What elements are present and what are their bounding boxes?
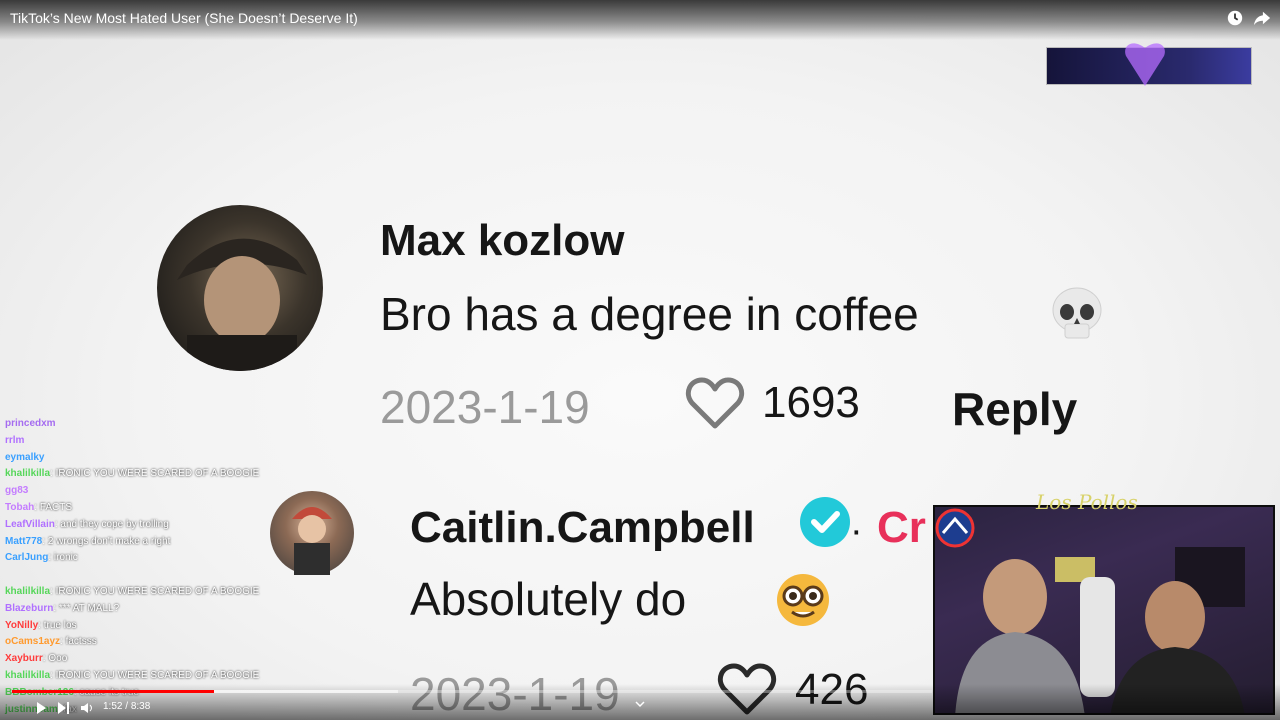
chat-username[interactable]: gg83 bbox=[5, 485, 28, 496]
chat-username[interactable]: LeafVillain bbox=[5, 519, 55, 530]
skull-emoji-icon bbox=[1052, 287, 1102, 339]
chat-username[interactable]: khalilkilla bbox=[5, 468, 50, 479]
video-top-bar: TikTok’s New Most Hated User (She Doesn’… bbox=[0, 0, 1280, 40]
comment-text-2: Absolutely do bbox=[410, 573, 687, 625]
comment-username[interactable]: Max kozlow bbox=[380, 216, 625, 266]
chat-username[interactable]: Blazeburn bbox=[5, 603, 53, 614]
like-heart-icon[interactable] bbox=[684, 376, 746, 432]
chat-message: gg83 bbox=[5, 485, 28, 502]
comment-date: 2023-1-19 bbox=[380, 381, 590, 433]
comment-text: Bro has a degree in coffee bbox=[380, 288, 919, 340]
chat-message: Xayburr: Ooo bbox=[5, 653, 67, 670]
stream-logo-icon bbox=[935, 508, 975, 548]
chat-message: khalilkilla: IRONIC YOU WERE SCARED OF A… bbox=[5, 468, 259, 485]
chat-message: Blazeburn: *** AT MALL? bbox=[5, 603, 119, 620]
chat-text: ironic bbox=[53, 552, 78, 564]
chat-text: 2 wrongs don't make a right bbox=[47, 535, 171, 547]
volume-icon[interactable] bbox=[80, 701, 94, 715]
chat-text: IRONIC YOU WERE SCARED OF A BOOGIE bbox=[55, 670, 260, 681]
share-icon[interactable] bbox=[1253, 9, 1271, 27]
chat-username[interactable]: Matt778 bbox=[5, 536, 42, 547]
progress-played[interactable] bbox=[12, 690, 215, 693]
chat-message: eymalky bbox=[5, 452, 44, 469]
commenter-avatar-2[interactable] bbox=[270, 491, 354, 575]
chat-message: LeafVillain: and they cope by trolling bbox=[5, 519, 169, 536]
chat-text: IRONIC YOU WERE SCARED OF A BOOGIE bbox=[55, 468, 260, 480]
nerd-face-emoji-icon bbox=[777, 574, 829, 626]
separator-dot: · bbox=[850, 510, 863, 552]
chat-message: Tobah: FACTS bbox=[5, 502, 72, 519]
chat-message: CarlJung: ironic bbox=[5, 552, 78, 569]
chat-username[interactable]: eymalky bbox=[5, 452, 44, 463]
chat-text: and they cope by trolling bbox=[60, 518, 169, 530]
chat-username[interactable]: rrlm bbox=[5, 435, 24, 446]
video-title[interactable]: TikTok’s New Most Hated User (She Doesn’… bbox=[10, 10, 358, 26]
neon-heart-icon bbox=[1125, 43, 1165, 86]
chat-username[interactable]: CarlJung bbox=[5, 552, 48, 563]
chat-text: factsss bbox=[65, 636, 97, 648]
time-separator: / bbox=[125, 701, 129, 712]
like-count: 1693 bbox=[762, 378, 860, 427]
current-time: 1:52 bbox=[103, 701, 123, 712]
chat-username[interactable]: Xayburr bbox=[5, 653, 43, 664]
chat-username[interactable]: khalilkilla bbox=[5, 586, 50, 597]
play-icon[interactable] bbox=[34, 701, 48, 715]
chat-username[interactable]: oCams1ayz bbox=[5, 636, 60, 647]
chat-message: oCams1ayz: factsss bbox=[5, 636, 97, 653]
chat-text: true los bbox=[43, 619, 77, 631]
chevron-down-icon[interactable] bbox=[634, 698, 646, 710]
webcam-neon-sign: Los Pollos bbox=[1036, 490, 1138, 514]
creator-label: Cr bbox=[877, 503, 926, 552]
chat-text: IRONIC YOU WERE SCARED OF A BOOGIE bbox=[55, 586, 260, 597]
chat-message: khalilkilla: IRONIC YOU WERE SCARED OF A… bbox=[5, 586, 259, 603]
verified-badge-icon bbox=[800, 497, 850, 547]
chat-username[interactable]: Tobah bbox=[5, 502, 34, 513]
chat-message: Matt778: 2 wrongs don't make a right bbox=[5, 536, 170, 553]
commenter-avatar[interactable] bbox=[157, 205, 323, 371]
chat-text: FACTS bbox=[39, 502, 73, 513]
chat-username[interactable]: khalilkilla bbox=[5, 670, 50, 681]
chat-username[interactable]: YoNilly bbox=[5, 620, 38, 631]
chat-text: Ooo bbox=[48, 653, 68, 665]
duration: 8:38 bbox=[130, 701, 151, 712]
chat-message: princedxm bbox=[5, 418, 56, 435]
chat-username[interactable]: princedxm bbox=[5, 418, 56, 429]
video-frame[interactable]: TikTok’s New Most Hated User (She Doesn’… bbox=[0, 0, 1280, 720]
time-display: 1:52 / 8:38 bbox=[103, 701, 150, 712]
chat-message: YoNilly: true los bbox=[5, 620, 77, 637]
comment-username-2[interactable]: Caitlin.Campbell bbox=[410, 503, 755, 553]
next-icon[interactable] bbox=[56, 701, 70, 715]
chat-message: rrlm bbox=[5, 435, 24, 452]
chat-text: *** AT MALL? bbox=[58, 602, 120, 614]
reply-button[interactable]: Reply bbox=[952, 382, 1077, 436]
watch-later-icon[interactable] bbox=[1226, 9, 1244, 27]
